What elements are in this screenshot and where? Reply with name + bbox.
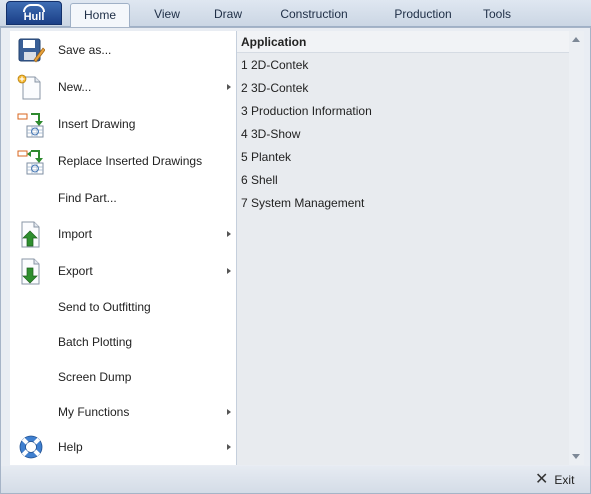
application-menu-button[interactable]: Hull: [6, 1, 62, 25]
tab-draw[interactable]: Draw: [204, 3, 252, 27]
menu-item-label: Help: [58, 440, 83, 454]
export-icon: [17, 257, 45, 285]
menu-item-save-as[interactable]: Save as...: [10, 33, 236, 67]
menu-item-insert-drawing[interactable]: Insert Drawing: [10, 107, 236, 141]
menu-item-label: Replace Inserted Drawings: [58, 154, 203, 168]
application-item-production-information[interactable]: 3 Production Information: [241, 102, 372, 120]
submenu-arrow-icon: [227, 231, 231, 237]
menu-item-help[interactable]: Help: [10, 430, 236, 464]
help-lifebuoy-icon: [17, 433, 45, 461]
app-button-label: Hull: [23, 11, 45, 23]
tab-production[interactable]: Production: [376, 3, 470, 27]
submenu-arrow-icon: [227, 84, 231, 90]
menu-item-label: Export: [58, 264, 93, 278]
menu-item-my-functions[interactable]: My Functions: [10, 395, 236, 429]
menu-item-replace-inserted-drawings[interactable]: Replace Inserted Drawings: [10, 144, 236, 178]
save-as-icon: [17, 36, 46, 64]
menu-item-send-to-outfitting[interactable]: Send to Outfitting: [10, 290, 236, 324]
menu-item-import[interactable]: Import: [10, 217, 236, 251]
exit-label: Exit: [554, 473, 575, 487]
close-x-icon: ✕: [535, 471, 549, 488]
application-list-pane: Application 1 2D-Contek 2 3D-Contek 3 Pr…: [237, 31, 569, 465]
menu-item-screen-dump[interactable]: Screen Dump: [10, 360, 236, 394]
menu-item-label: Send to Outfitting: [58, 300, 151, 314]
menu-item-label: Import: [58, 227, 93, 241]
menu-item-new[interactable]: New...: [10, 70, 236, 104]
application-item-2d-contek[interactable]: 1 2D-Contek: [241, 56, 308, 74]
insert-drawing-icon: [17, 110, 45, 138]
submenu-arrow-icon: [227, 444, 231, 450]
replace-drawings-icon: [17, 147, 45, 175]
menu-item-find-part[interactable]: Find Part...: [10, 181, 236, 215]
application-item-3d-contek[interactable]: 2 3D-Contek: [241, 79, 308, 97]
menu-item-label: Save as...: [58, 43, 112, 57]
submenu-arrow-icon: [227, 268, 231, 274]
menu-item-label: My Functions: [58, 405, 130, 419]
menu-item-label: Insert Drawing: [58, 117, 136, 131]
application-item-system-management[interactable]: 7 System Management: [241, 194, 364, 212]
ribbon-tabs: Home View Draw Construction Production T…: [70, 3, 524, 27]
application-list-scrollbar[interactable]: [569, 31, 584, 465]
scroll-down-arrow-icon[interactable]: [572, 454, 580, 459]
tab-tools[interactable]: Tools: [470, 3, 524, 27]
new-document-icon: [17, 73, 45, 101]
menu-item-label: Screen Dump: [58, 370, 132, 384]
menu-item-batch-plotting[interactable]: Batch Plotting: [10, 325, 236, 359]
tab-construction[interactable]: Construction: [252, 3, 376, 27]
tab-view[interactable]: View: [130, 3, 204, 27]
application-menu: Save as... New... Insert Drawing Replace…: [0, 27, 591, 494]
menu-item-label: Find Part...: [58, 191, 117, 205]
submenu-arrow-icon: [227, 409, 231, 415]
menu-item-label: New...: [58, 80, 92, 94]
ribbon-bar: Hull Home View Draw Construction Product…: [0, 0, 591, 27]
tab-home[interactable]: Home: [70, 3, 130, 27]
menu-item-label: Batch Plotting: [58, 335, 133, 349]
menu-command-list: Save as... New... Insert Drawing Replace…: [10, 31, 236, 465]
menu-footer: ✕ Exit: [1, 466, 590, 493]
exit-button[interactable]: ✕ Exit: [535, 470, 583, 490]
application-item-shell[interactable]: 6 Shell: [241, 171, 278, 189]
application-list-header: Application: [237, 31, 569, 53]
import-icon: [17, 220, 45, 248]
application-item-3d-show[interactable]: 4 3D-Show: [241, 125, 300, 143]
menu-item-export[interactable]: Export: [10, 254, 236, 288]
scroll-up-arrow-icon[interactable]: [572, 37, 580, 42]
application-item-plantek[interactable]: 5 Plantek: [241, 148, 291, 166]
